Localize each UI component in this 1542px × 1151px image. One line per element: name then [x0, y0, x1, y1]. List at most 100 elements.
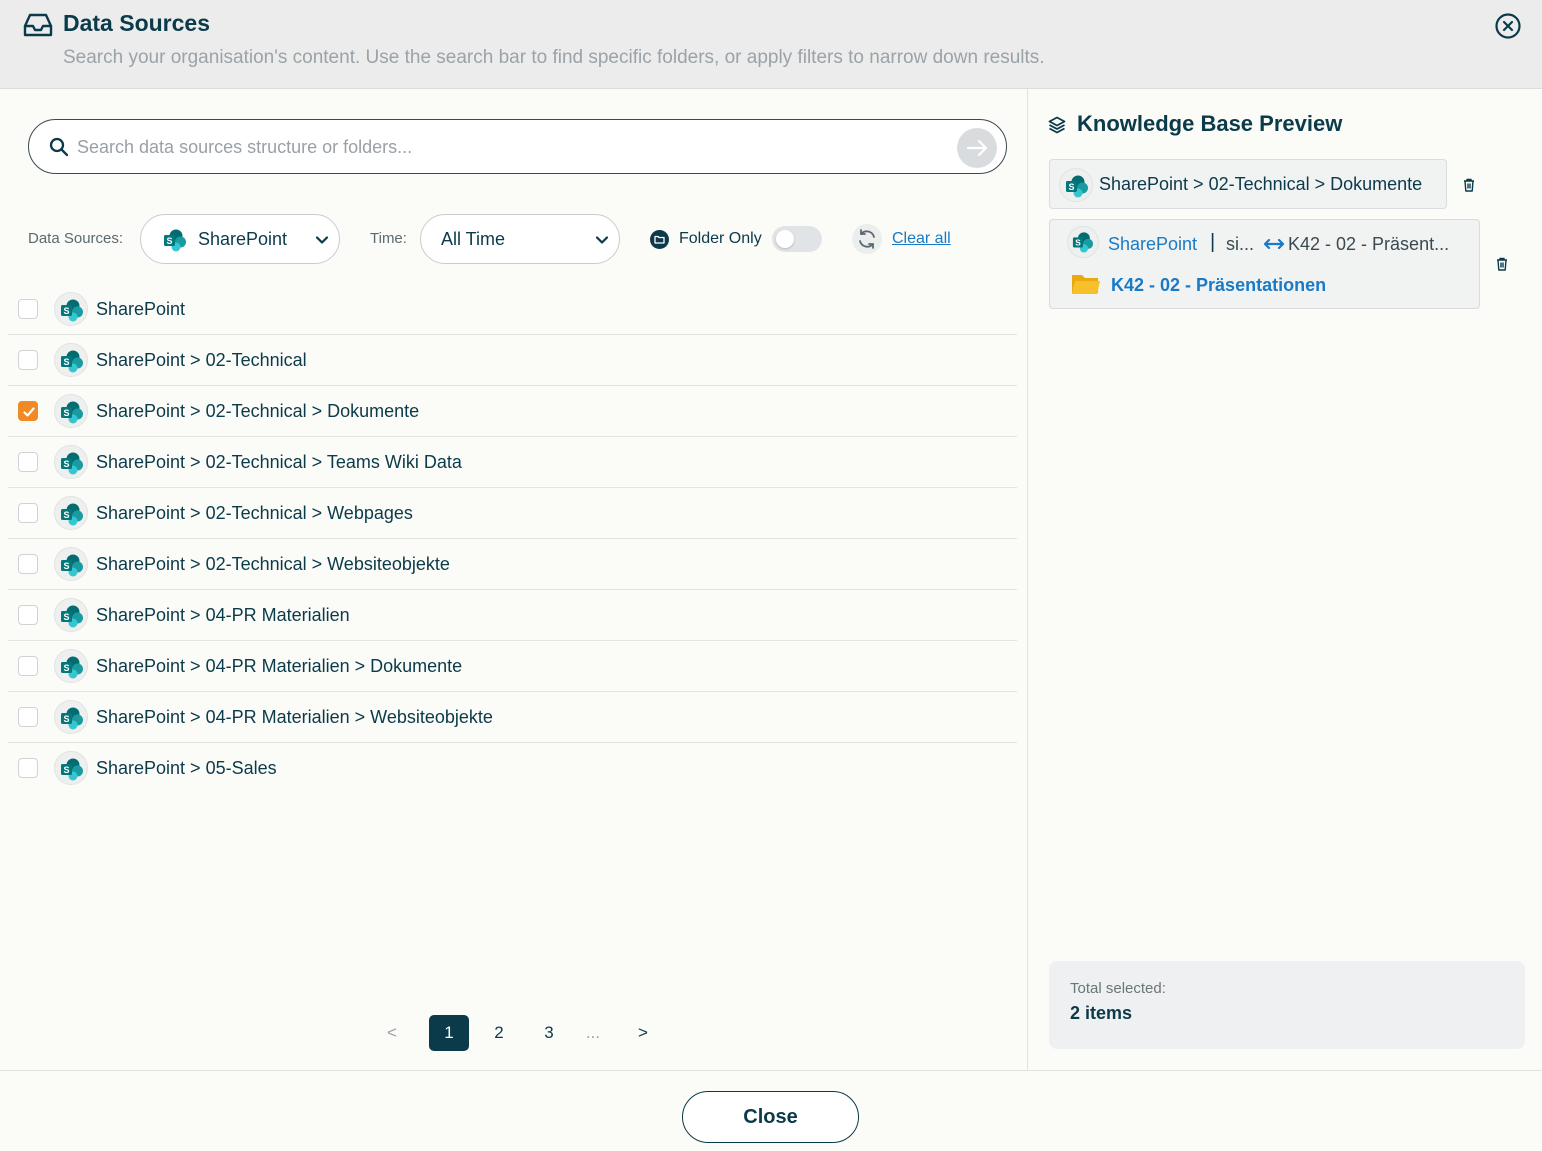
layers-icon [1048, 116, 1066, 134]
row-checkbox[interactable] [18, 350, 38, 370]
data-sources-panel: Data Sources: S SharePoint Time: All Tim… [0, 89, 1027, 1070]
svg-text:S: S [63, 459, 69, 469]
inbox-icon [23, 13, 53, 37]
search-input[interactable] [77, 132, 937, 162]
row-checkbox[interactable] [18, 758, 38, 778]
footer: Close [0, 1070, 1542, 1151]
svg-text:S: S [63, 357, 69, 367]
folder-icon [1072, 275, 1100, 294]
trash-icon[interactable] [1495, 256, 1509, 272]
target-name: K42 - 02 - Präsent... [1288, 234, 1450, 254]
row-checkbox[interactable] [18, 299, 38, 319]
page-1-button[interactable]: 1 [429, 1015, 469, 1051]
folder-name-link[interactable]: K42 - 02 - Präsentationen [1111, 275, 1326, 296]
row-label: SharePoint > 02-Technical [96, 350, 307, 370]
list-item[interactable]: S SharePoint > 02-Technical > Dokumente [8, 386, 1017, 437]
preview-mapping-chip: S SharePoint | si... K42 - 02 - Präsent.… [1049, 219, 1480, 309]
list-item[interactable]: S SharePoint > 02-Technical > Websiteobje… [8, 539, 1017, 590]
svg-text:S: S [63, 408, 69, 418]
sharepoint-avatar: S [54, 496, 88, 530]
row-checkbox[interactable] [18, 554, 38, 574]
row-checkbox[interactable] [18, 503, 38, 523]
clear-all-link[interactable]: Clear all [892, 230, 951, 248]
filter-bar: Data Sources: S SharePoint Time: All Tim… [0, 214, 1027, 264]
data-sources-selected-value: SharePoint [198, 229, 288, 249]
time-filter-label: Time: [370, 230, 407, 247]
svg-text:S: S [63, 663, 69, 673]
search-icon [49, 137, 69, 157]
sharepoint-avatar: S [54, 751, 88, 785]
close-button[interactable]: Close [682, 1091, 859, 1143]
list-item[interactable]: S SharePoint > 04-PR Materialien [8, 590, 1017, 641]
row-checkbox[interactable] [18, 656, 38, 676]
search-bar [28, 119, 1007, 174]
list-item[interactable]: S SharePoint [8, 284, 1017, 335]
sharepoint-avatar: S [54, 649, 88, 683]
sharepoint-avatar: S [54, 394, 88, 428]
search-submit-button[interactable] [957, 128, 997, 168]
sharepoint-icon: S [61, 401, 83, 424]
row-checkbox[interactable] [18, 401, 38, 421]
svg-text:S: S [166, 236, 172, 246]
pagination: < 1 2 3 ... > [380, 1015, 680, 1051]
list-item[interactable]: S SharePoint > 04-PR Materialien > Dokume… [8, 641, 1017, 692]
sharepoint-icon: S [61, 758, 83, 781]
swap-arrows-icon [1263, 238, 1285, 250]
close-circle-icon[interactable] [1494, 12, 1522, 40]
trash-icon[interactable] [1462, 177, 1476, 193]
sharepoint-icon: S [1067, 226, 1099, 258]
page-2-button[interactable]: 2 [479, 1015, 519, 1051]
pagination-ellipsis: ... [585, 1023, 601, 1042]
list-item[interactable]: S SharePoint > 04-PR Materialien > Websit… [8, 692, 1017, 743]
refresh-icon [859, 229, 875, 249]
row-label: SharePoint > 04-PR Materialien > Dokumen… [96, 656, 463, 676]
prev-page-button[interactable]: < [372, 1015, 412, 1051]
header: Data Sources Search your organisation's … [0, 0, 1542, 89]
row-label: SharePoint [96, 299, 186, 319]
page-3-button[interactable]: 3 [529, 1015, 569, 1051]
row-checkbox[interactable] [18, 452, 38, 472]
site-name: si... [1226, 234, 1255, 254]
preview-chip-label: SharePoint > 02-Technical > Dokumente [1099, 174, 1423, 194]
folder-only-label: Folder Only [679, 230, 762, 247]
row-checkbox[interactable] [18, 605, 38, 625]
knowledge-base-preview-panel: Knowledge Base Preview S SharePoint > 02… [1027, 89, 1542, 1070]
sharepoint-icon: S [61, 299, 83, 322]
list-item[interactable]: S SharePoint > 02-Technical > Webpages [8, 488, 1017, 539]
row-label: SharePoint > 02-Technical > Teams Wiki D… [96, 452, 462, 472]
row-label: SharePoint > 02-Technical > Webpages [96, 503, 413, 523]
sharepoint-avatar: S [54, 700, 88, 734]
sharepoint-icon: S [61, 452, 83, 475]
list-item[interactable]: S SharePoint > 05-Sales [8, 743, 1017, 794]
page-title: Data Sources [63, 10, 211, 36]
list-item[interactable]: S SharePoint > 02-Technical [8, 335, 1017, 386]
total-selected-label: Total selected: [1070, 980, 1166, 997]
chevron-down-icon [315, 236, 329, 244]
row-label: SharePoint > 05-Sales [96, 758, 277, 778]
row-label: SharePoint > 02-Technical > Dokumente [96, 401, 420, 421]
sharepoint-icon: S [61, 605, 83, 628]
list-item[interactable]: S SharePoint > 02-Technical > Teams Wiki … [8, 437, 1017, 488]
sharepoint-icon: S [61, 707, 83, 730]
svg-text:S: S [1075, 238, 1081, 247]
row-checkbox[interactable] [18, 707, 38, 727]
time-selected-value: All Time [441, 229, 506, 249]
sharepoint-icon: S [164, 229, 186, 252]
folder-only-toggle[interactable] [772, 226, 822, 252]
svg-text:S: S [1068, 182, 1074, 192]
folder-icon [650, 230, 669, 249]
next-page-button[interactable]: > [623, 1015, 663, 1051]
sharepoint-icon: S [61, 350, 83, 373]
svg-text:S: S [63, 561, 69, 571]
time-dropdown[interactable]: All Time [420, 214, 620, 264]
sharepoint-icon: S [61, 503, 83, 526]
sharepoint-avatar: S [54, 598, 88, 632]
sharepoint-avatar: S [54, 343, 88, 377]
source-link[interactable]: SharePoint [1108, 234, 1197, 255]
row-label: SharePoint > 04-PR Materialien > Website… [96, 707, 493, 727]
sharepoint-avatar: S [54, 445, 88, 479]
reset-filters-button[interactable] [852, 224, 882, 254]
svg-text:S: S [63, 765, 69, 775]
data-sources-dropdown[interactable]: S SharePoint [140, 214, 340, 264]
toggle-knob [776, 230, 794, 248]
